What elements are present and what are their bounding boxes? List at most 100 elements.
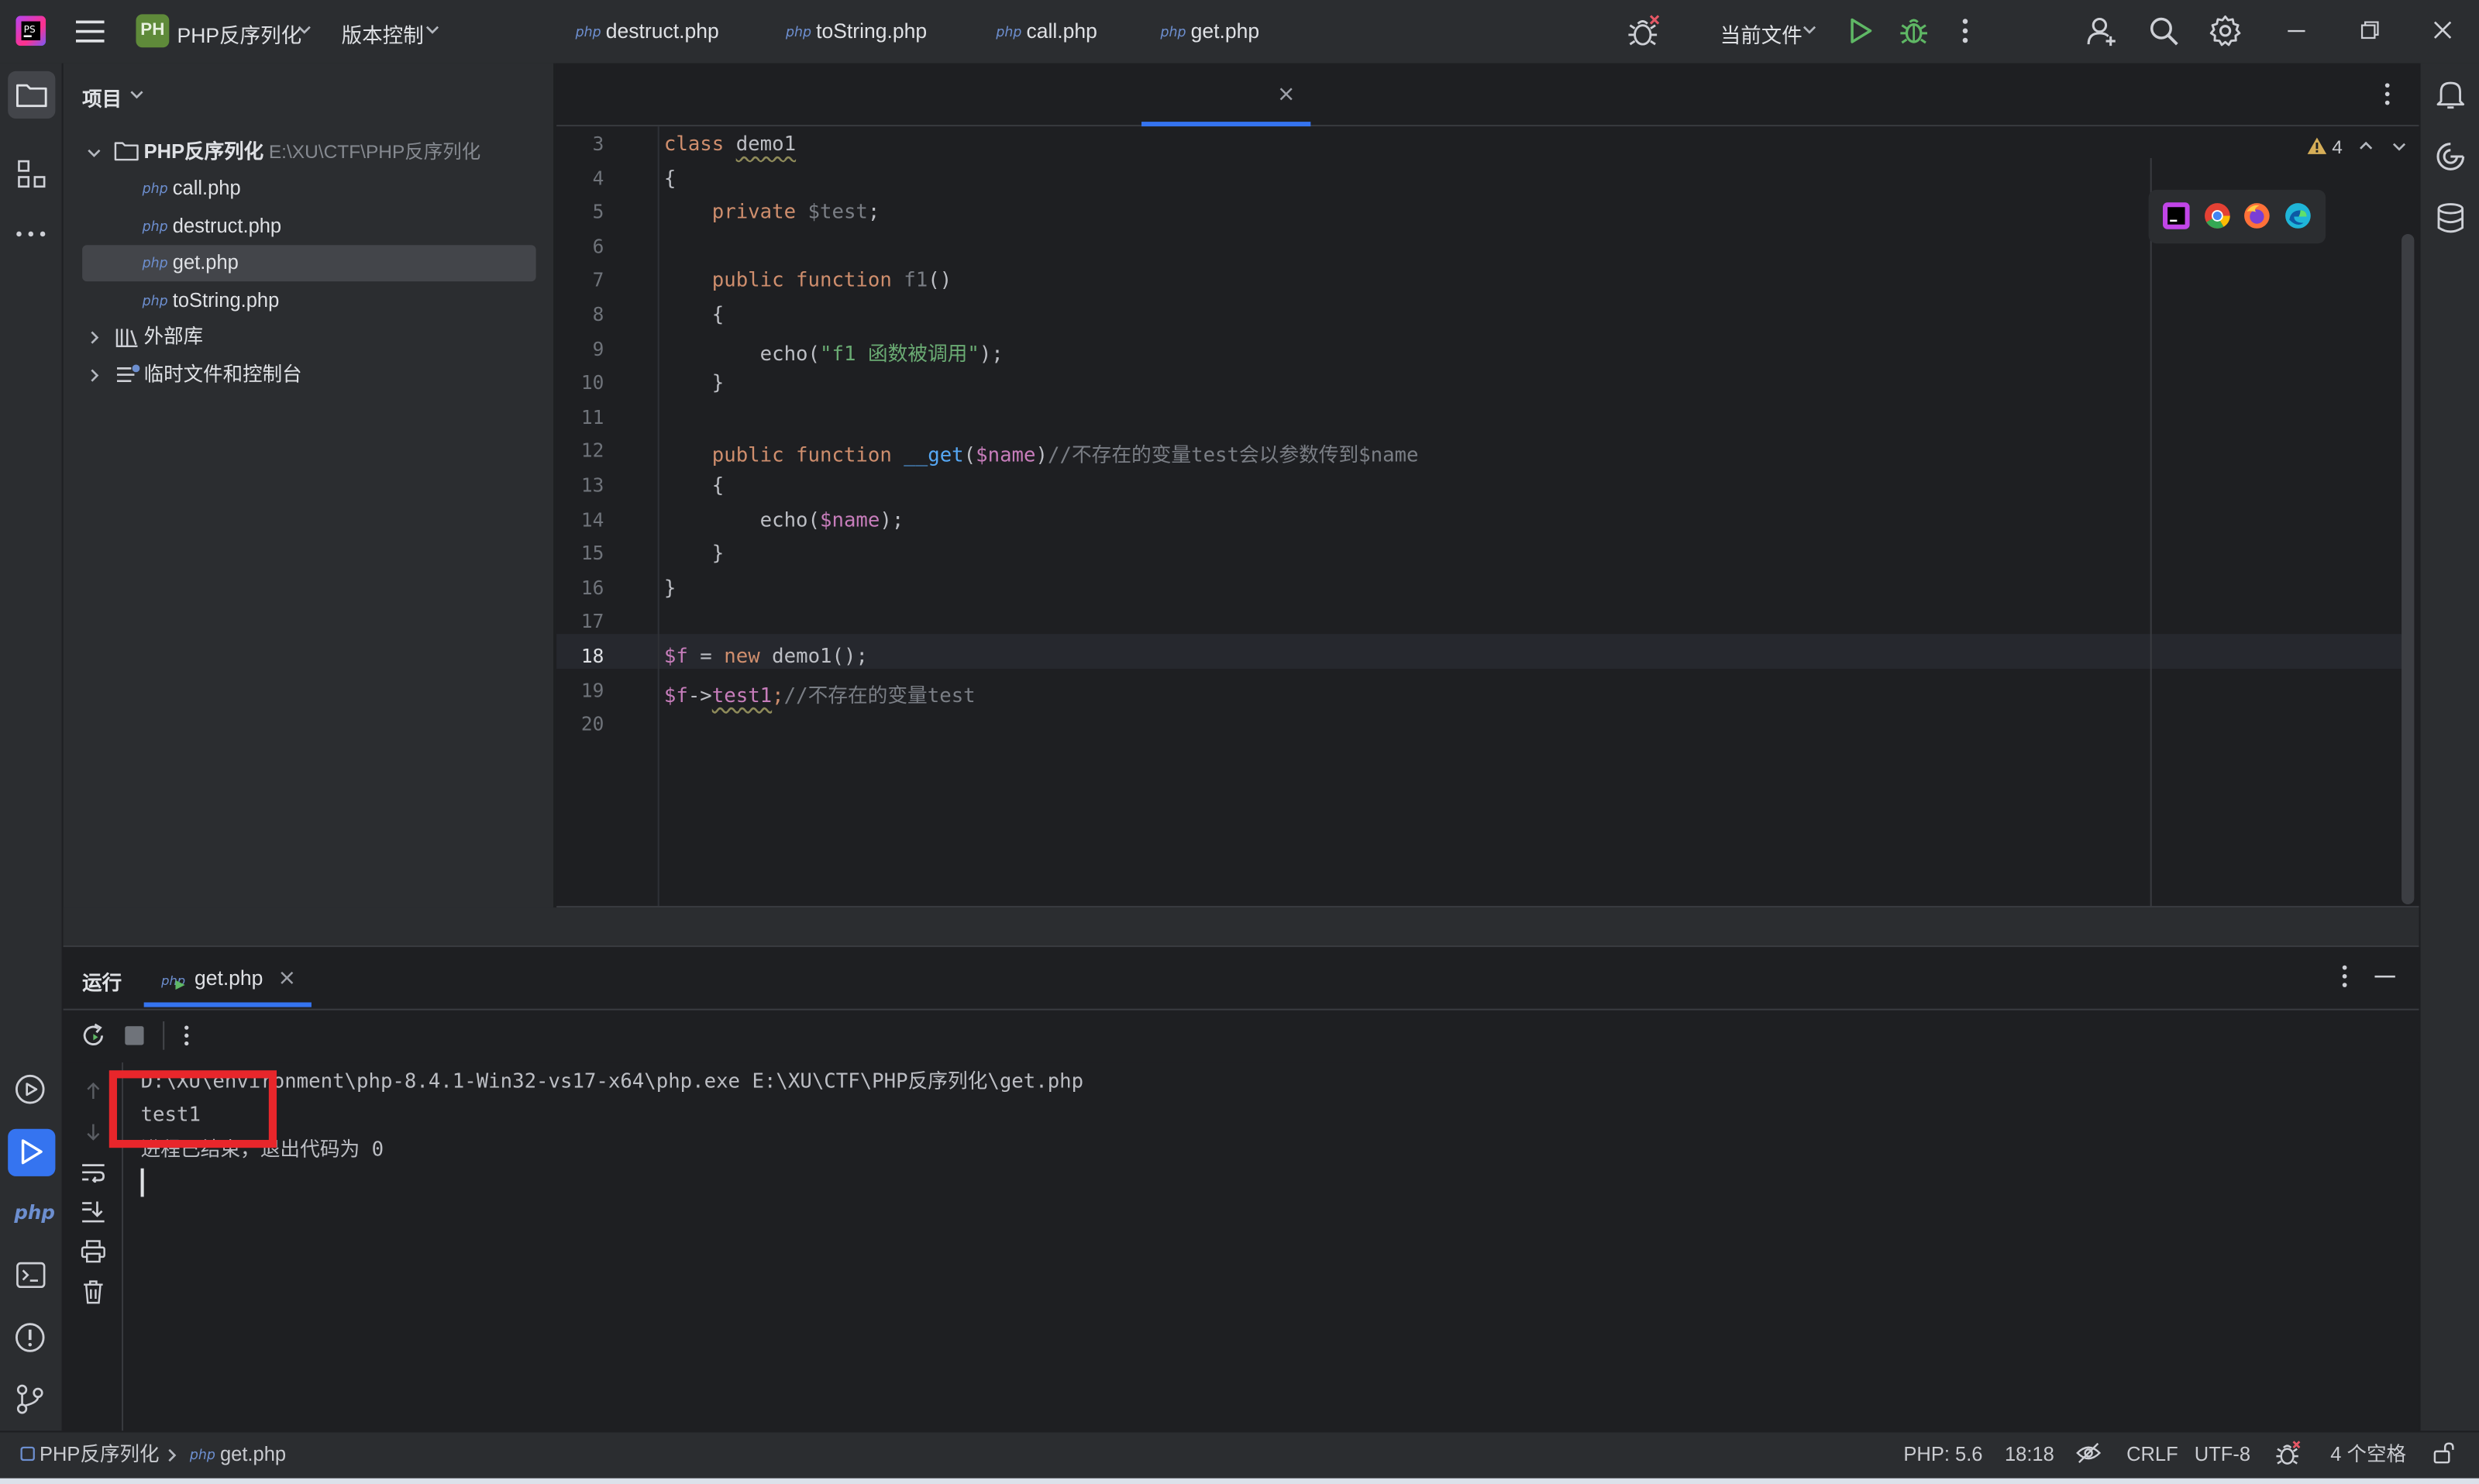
run-icon[interactable] bbox=[1850, 17, 1874, 44]
caret-position[interactable]: 18:18 bbox=[2005, 1431, 2054, 1478]
editor-scrollbar[interactable] bbox=[2402, 233, 2415, 904]
hide-panel-icon[interactable] bbox=[2374, 975, 2395, 979]
code-token: } bbox=[663, 541, 725, 565]
code-line[interactable]: $f->test1;//不存在的变量test bbox=[664, 677, 976, 708]
structure-icon[interactable] bbox=[17, 160, 46, 188]
code-line[interactable]: echo($name); bbox=[664, 507, 904, 531]
more-vertical-icon[interactable] bbox=[2384, 82, 2391, 106]
breadcrumb-file[interactable]: php get.php bbox=[190, 1431, 286, 1478]
debug-disabled-icon[interactable] bbox=[2275, 1441, 2302, 1468]
php-language-level[interactable]: PHP: 5.6 bbox=[1903, 1431, 1982, 1478]
chevron-right-icon[interactable] bbox=[90, 330, 99, 344]
project-panel-title[interactable]: 项目 bbox=[82, 82, 122, 112]
chevron-up-icon[interactable] bbox=[2359, 141, 2373, 150]
console-output[interactable] bbox=[123, 1062, 2419, 1431]
readonly-eye-icon[interactable] bbox=[2076, 1442, 2102, 1465]
print-icon[interactable] bbox=[81, 1240, 106, 1264]
code-line[interactable]: } bbox=[664, 575, 676, 599]
more-vertical-icon[interactable] bbox=[2342, 965, 2348, 989]
code-line[interactable]: } bbox=[664, 370, 724, 394]
stop-icon[interactable] bbox=[125, 1026, 144, 1045]
arrow-down-icon[interactable] bbox=[85, 1123, 101, 1141]
tab-get-active[interactable]: php get.php bbox=[1161, 0, 1260, 64]
project-badge[interactable]: PH bbox=[136, 14, 170, 48]
chevron-right-icon[interactable] bbox=[90, 368, 99, 382]
code-line[interactable]: $f = new demo1(); bbox=[664, 643, 868, 667]
php-file-icon: php bbox=[575, 25, 601, 42]
code-line[interactable]: { bbox=[664, 302, 724, 326]
more-vertical-icon[interactable] bbox=[184, 1024, 190, 1047]
php-tool-icon[interactable]: php bbox=[14, 1202, 55, 1224]
right-margin-guide bbox=[2150, 158, 2152, 908]
settings-gear-icon[interactable] bbox=[2209, 14, 2242, 47]
terminal-icon[interactable] bbox=[15, 1262, 46, 1289]
phpstorm-browser-icon[interactable] bbox=[2162, 202, 2190, 229]
code-line[interactable]: class demo1 bbox=[664, 131, 796, 155]
chevron-down-icon[interactable] bbox=[87, 149, 101, 158]
more-horizontal-icon[interactable] bbox=[15, 231, 46, 237]
code-line[interactable]: public function f1() bbox=[664, 268, 952, 292]
panel-splitter[interactable] bbox=[63, 907, 2419, 946]
add-user-icon[interactable] bbox=[2087, 15, 2119, 47]
code-token: ; bbox=[772, 682, 784, 707]
chrome-icon[interactable] bbox=[2204, 202, 2231, 229]
soft-wrap-icon[interactable] bbox=[81, 1162, 106, 1183]
debug-icon[interactable] bbox=[1899, 15, 1929, 46]
tab-destruct[interactable]: php destruct.php bbox=[576, 0, 719, 64]
tree-file-item[interactable]: php toString.php bbox=[82, 283, 536, 319]
chevron-down-icon[interactable] bbox=[1802, 26, 1816, 35]
phpstorm-logo-icon[interactable]: PS bbox=[15, 15, 46, 46]
tab-call[interactable]: php call.php bbox=[996, 0, 1097, 64]
indent-setting[interactable]: 4 个空格 bbox=[2330, 1431, 2406, 1478]
edge-icon[interactable] bbox=[2284, 202, 2312, 229]
run-config-select[interactable]: 当前文件 bbox=[1720, 19, 1802, 49]
more-vertical-icon[interactable] bbox=[1962, 17, 1968, 44]
problems-icon[interactable] bbox=[14, 1322, 46, 1354]
main-menu-icon[interactable] bbox=[75, 19, 105, 44]
tab-close-icon[interactable] bbox=[1279, 87, 1293, 101]
database-icon[interactable] bbox=[2436, 202, 2465, 234]
code-line[interactable]: { bbox=[664, 473, 724, 497]
arrow-up-icon[interactable] bbox=[85, 1081, 101, 1100]
search-icon[interactable] bbox=[2149, 15, 2181, 47]
code-line[interactable]: private $test; bbox=[664, 199, 880, 223]
chevron-down-icon[interactable] bbox=[298, 26, 312, 35]
tab-close-icon[interactable] bbox=[280, 971, 294, 985]
firefox-icon[interactable] bbox=[2243, 202, 2271, 229]
code-line[interactable]: public function __get($name)//不存在的变量test… bbox=[664, 439, 1419, 469]
tree-file-item[interactable]: php call.php bbox=[82, 170, 536, 207]
services-icon[interactable] bbox=[14, 1073, 46, 1105]
tree-scratches[interactable]: 临时文件和控制台 bbox=[82, 357, 536, 394]
project-name[interactable]: PHP反序列化 bbox=[177, 19, 302, 49]
warning-triangle-icon[interactable] bbox=[2307, 136, 2328, 154]
code-line[interactable]: } bbox=[664, 541, 724, 565]
clear-trash-icon[interactable] bbox=[82, 1279, 105, 1305]
file-encoding[interactable]: UTF-8 bbox=[2195, 1431, 2250, 1478]
tree-root-project[interactable]: PHP反序列化 E:\XU\CTF\PHP反序列化 bbox=[82, 134, 536, 170]
tree-external-libraries[interactable]: 外部库 bbox=[82, 319, 536, 356]
breadcrumb-project[interactable]: PHP反序列化 bbox=[40, 1431, 159, 1478]
rerun-icon[interactable] bbox=[81, 1023, 106, 1048]
ai-assistant-icon[interactable] bbox=[2435, 141, 2467, 173]
chevron-down-icon[interactable] bbox=[425, 26, 439, 35]
tab-tostring[interactable]: php toString.php bbox=[786, 0, 927, 64]
tree-file-item-selected[interactable]: php get.php bbox=[82, 245, 536, 282]
code-line[interactable]: echo("f1 函数被调用"); bbox=[664, 336, 1004, 367]
notifications-bell-icon[interactable] bbox=[2436, 79, 2465, 111]
close-icon[interactable] bbox=[2433, 21, 2452, 40]
scroll-to-end-icon[interactable] bbox=[81, 1200, 106, 1224]
lock-icon[interactable] bbox=[2433, 1442, 2456, 1465]
minimize-icon[interactable] bbox=[2288, 29, 2305, 33]
code-line[interactable]: { bbox=[664, 165, 676, 189]
tree-file-item[interactable]: php destruct.php bbox=[82, 208, 536, 245]
vcs-menu[interactable]: 版本控制 bbox=[342, 19, 424, 49]
warnings-count[interactable]: 4 bbox=[2332, 136, 2343, 158]
chevron-down-icon[interactable] bbox=[129, 90, 143, 99]
chevron-down-icon[interactable] bbox=[2392, 143, 2406, 152]
debug-disabled-icon[interactable] bbox=[1627, 14, 1661, 49]
line-number: 20 bbox=[580, 713, 604, 736]
run-tab-label: get.php bbox=[194, 966, 263, 990]
git-icon[interactable] bbox=[15, 1383, 44, 1415]
restore-icon[interactable] bbox=[2360, 21, 2379, 40]
line-separator[interactable]: CRLF bbox=[2126, 1431, 2178, 1478]
